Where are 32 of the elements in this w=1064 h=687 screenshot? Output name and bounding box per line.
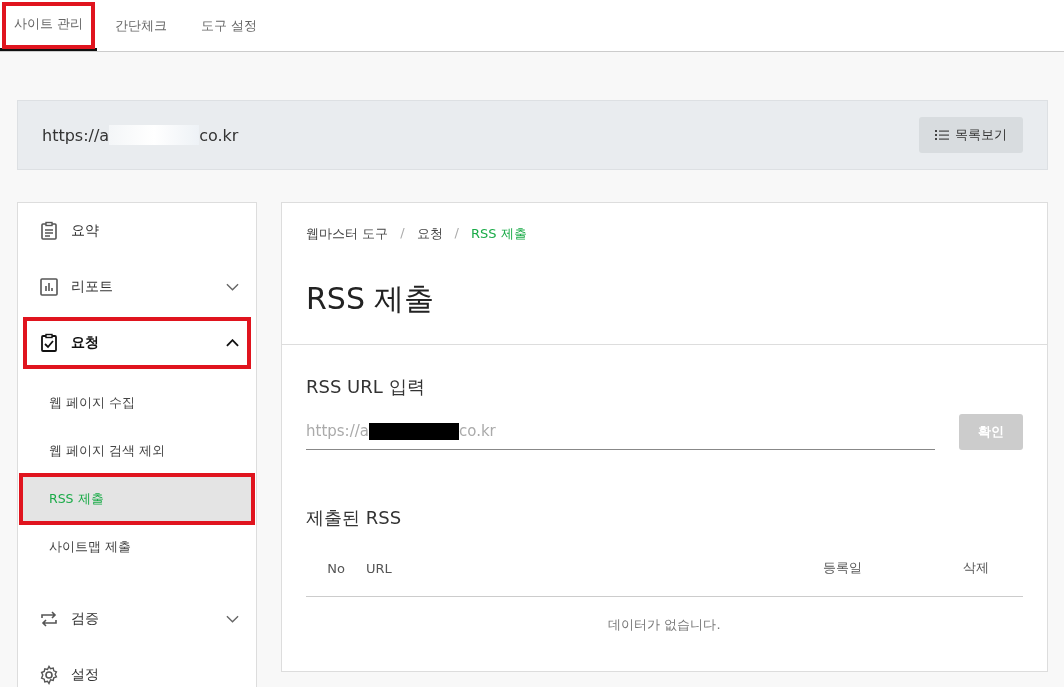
nav-tab[interactable]: 사이트 관리	[0, 0, 97, 51]
settings-icon	[39, 665, 59, 685]
column-header: 등록일	[823, 559, 863, 577]
breadcrumb-separator: /	[454, 225, 459, 242]
breadcrumb-link[interactable]: 웹마스터 도구	[306, 225, 389, 243]
swap-arrows-icon	[39, 609, 59, 629]
sidebar-item[interactable]: 요약	[21, 203, 253, 259]
section-title: RSS URL 입력	[306, 375, 426, 399]
clipboard-check-icon	[39, 333, 59, 353]
breadcrumb-current: RSS 제출	[470, 225, 527, 243]
breadcrumb-separator: /	[400, 225, 405, 242]
column-header: No	[326, 560, 346, 576]
column-header: URL	[366, 560, 393, 576]
sidebar-subitem[interactable]: 웹 페이지 수집	[21, 379, 253, 427]
section-title: 제출된 RSS	[306, 506, 403, 530]
bar-chart-icon	[39, 277, 59, 297]
nav-tab[interactable]: 도구 설정	[185, 0, 274, 51]
nav-tab[interactable]: 간단체크	[99, 0, 183, 51]
breadcrumb-link[interactable]: 요청	[416, 225, 443, 243]
list-view-button[interactable]: 목록보기	[919, 117, 1023, 153]
page-title: RSS 제출	[306, 280, 436, 318]
empty-message: 데이터가 없습니다.	[608, 617, 721, 632]
list-icon	[935, 129, 949, 141]
clipboard-icon	[39, 221, 59, 241]
sidebar-subitem[interactable]: 웹 페이지 검색 제외	[21, 427, 253, 475]
sidebar-item[interactable]: 리포트	[21, 259, 253, 315]
sidebar-item[interactable]: 요청	[21, 315, 253, 371]
site-url: https://a co.kr	[42, 125, 239, 145]
column-header: 삭제	[963, 559, 990, 577]
sidebar-item[interactable]: 설정	[21, 647, 253, 687]
sidebar-item[interactable]: 검증	[21, 591, 253, 647]
sidebar-subitem[interactable]: 사이트맵 제출	[21, 523, 253, 571]
